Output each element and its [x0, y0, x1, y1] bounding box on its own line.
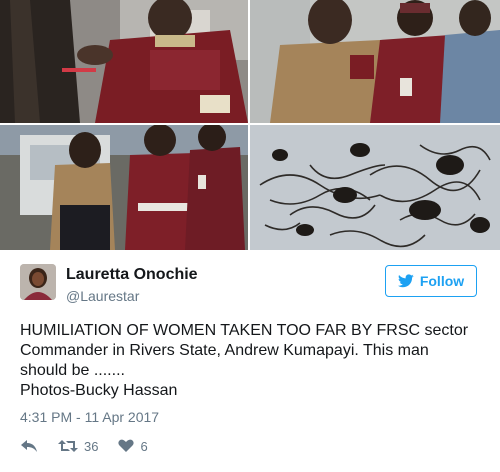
tweet-text: HUMILIATION OF WOMEN TAKEN TOO FAR BY FR…	[20, 321, 485, 401]
avatar[interactable]	[20, 264, 56, 300]
twitter-bird-icon	[397, 274, 414, 288]
tweet-text-line: HUMILIATION OF WOMEN TAKEN TOO FAR BY FR…	[20, 322, 469, 339]
tweet-timestamp[interactable]: 4:31 PM - 11 Apr 2017	[20, 409, 159, 425]
retweet-button[interactable]: 36	[58, 439, 98, 454]
like-button[interactable]: 6	[118, 438, 148, 454]
tweet-photo-1[interactable]	[0, 0, 248, 123]
follow-button[interactable]: Follow	[385, 265, 477, 297]
follow-label: Follow	[419, 273, 465, 289]
tweet-photo-2[interactable]	[250, 0, 500, 123]
reply-button[interactable]	[20, 439, 38, 453]
tweet-body: Lauretta Onochie @Laurestar Follow HUMIL…	[0, 250, 500, 472]
tweet-photo-4[interactable]	[250, 125, 500, 250]
tweet-photo-3[interactable]	[0, 125, 248, 250]
like-count: 6	[140, 438, 148, 454]
tweet-text-line: Photos-Bucky Hassan	[20, 382, 178, 399]
heart-icon	[118, 439, 135, 452]
photo-grid	[0, 0, 500, 250]
reply-icon	[21, 440, 37, 452]
tweet-text-line: Commander in Rivers State, Andrew Kumapa…	[20, 342, 429, 359]
tweet-text-line: should be .......	[20, 362, 125, 379]
retweet-icon	[58, 440, 78, 452]
retweet-count: 36	[84, 438, 99, 454]
tweet-actions: 36 6	[20, 436, 148, 456]
author-name[interactable]: Lauretta Onochie	[66, 266, 198, 284]
tweet-card: Lauretta Onochie @Laurestar Follow HUMIL…	[0, 0, 500, 472]
author-handle[interactable]: @Laurestar	[66, 288, 139, 304]
